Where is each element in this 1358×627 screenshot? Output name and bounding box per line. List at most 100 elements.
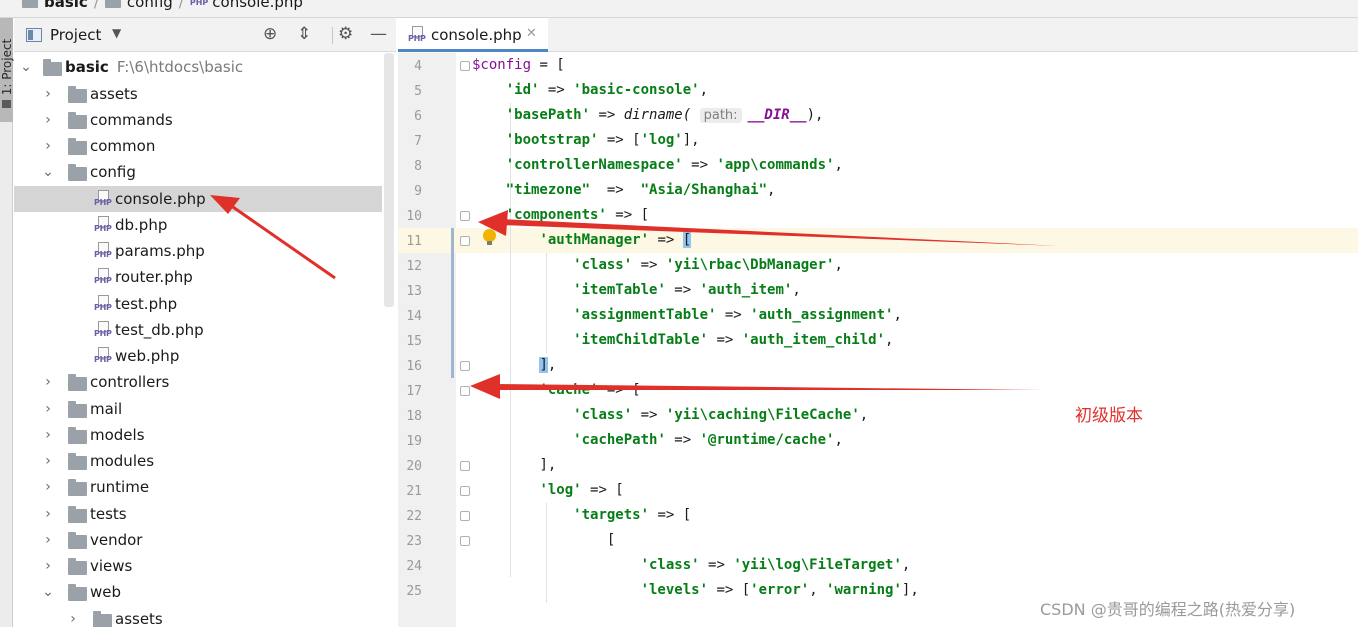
line-number: 12 — [406, 259, 422, 274]
tree-item-label: tests — [90, 505, 127, 523]
tree-item-label: web — [90, 583, 122, 601]
tree-item-views[interactable]: › views — [14, 553, 382, 579]
chevron-right-icon[interactable]: › — [42, 532, 54, 548]
matched-bracket: [ — [682, 232, 692, 248]
tree-item-modules[interactable]: › modules — [14, 448, 382, 474]
chevron-right-icon[interactable]: › — [42, 86, 54, 102]
tree-item-label: db.php — [115, 216, 168, 234]
php-file-icon: PHP — [94, 295, 112, 313]
php-file-icon: PHP — [94, 190, 112, 208]
folder-icon — [68, 138, 87, 155]
fold-marker[interactable] — [460, 536, 470, 546]
gear-icon[interactable]: ⚙ — [338, 24, 353, 44]
locate-icon[interactable]: ⊕ — [263, 24, 277, 44]
line-number: 11 — [406, 234, 422, 249]
tree-item-commands[interactable]: › commands — [14, 107, 382, 133]
chevron-right-icon[interactable]: › — [42, 112, 54, 128]
chevron-right-icon[interactable]: › — [42, 453, 54, 469]
chevron-right-icon[interactable]: › — [42, 506, 54, 522]
fold-marker[interactable] — [460, 461, 470, 471]
tree-item-vendor[interactable]: › vendor — [14, 527, 382, 553]
fold-marker[interactable] — [460, 361, 470, 371]
chevron-right-icon[interactable]: › — [42, 138, 54, 154]
code-line: 'class' => 'yii\caching\FileCache', — [573, 407, 869, 423]
code-line: $config = [ — [472, 57, 565, 73]
code-line: 'class' => 'yii\rbac\DbManager', — [573, 257, 843, 273]
php-file-icon: PHP — [94, 321, 112, 339]
line-number: 18 — [406, 409, 422, 424]
folder-icon — [68, 164, 87, 181]
line-number: 9 — [414, 184, 422, 199]
fold-marker[interactable] — [460, 236, 470, 246]
code-line: 'assignmentTable' => 'auth_assignment', — [573, 307, 902, 323]
tree-item-label: web.php — [115, 347, 180, 365]
chevron-down-icon[interactable]: ⌄ — [42, 164, 54, 180]
php-file-icon: PHP — [94, 268, 112, 286]
tab-console-php[interactable]: PHP console.php ✕ — [398, 18, 548, 52]
fold-marker[interactable] — [460, 386, 470, 396]
chevron-right-icon[interactable]: › — [67, 611, 79, 627]
collapse-all-icon[interactable]: ⇕ — [297, 24, 311, 44]
chevron-right-icon[interactable]: › — [42, 558, 54, 574]
project-view-selector[interactable]: Project — [50, 26, 101, 44]
breadcrumb-item-file[interactable]: PHP console.php — [190, 0, 303, 11]
tree-item-label: router.php — [115, 268, 193, 286]
folder-icon — [68, 86, 87, 103]
tree-item-test-db-php[interactable]: PHP test_db.php — [14, 317, 382, 343]
tree-item-label: assets — [90, 85, 138, 103]
tree-item-controllers[interactable]: › controllers — [14, 369, 382, 395]
vcs-change-marker[interactable] — [451, 228, 454, 378]
fold-marker[interactable] — [460, 486, 470, 496]
chevron-down-icon[interactable]: ⌄ — [20, 59, 32, 75]
code-line: 'controllerNamespace' => 'app\commands', — [505, 157, 843, 173]
fold-marker[interactable] — [460, 211, 470, 221]
chevron-right-icon[interactable]: › — [42, 374, 54, 390]
fold-marker[interactable] — [460, 511, 470, 521]
close-icon[interactable]: ✕ — [526, 26, 537, 41]
line-number: 5 — [414, 84, 422, 99]
folder-icon — [68, 558, 87, 575]
tree-item-console-php[interactable]: PHP console.php — [14, 186, 382, 212]
tree-item-basic[interactable]: ⌄ basic F:\6\htdocs\basic — [14, 54, 382, 80]
chevron-right-icon[interactable]: › — [42, 427, 54, 443]
project-tool-tab-label: 1: Project — [0, 38, 14, 96]
tree-item-db-php[interactable]: PHP db.php — [14, 212, 382, 238]
line-number: 10 — [406, 209, 422, 224]
folder-icon — [2, 100, 11, 108]
line-number: 13 — [406, 284, 422, 299]
tree-item-web-php[interactable]: PHP web.php — [14, 343, 382, 369]
tree-item-router-php[interactable]: PHP router.php — [14, 264, 382, 290]
breadcrumb-item-config[interactable]: config — [104, 0, 173, 11]
tree-item-web-assets[interactable]: › assets — [14, 606, 382, 627]
fold-marker[interactable] — [460, 61, 470, 71]
chevron-down-icon[interactable]: ⌄ — [42, 584, 54, 600]
minimize-icon[interactable]: — — [370, 24, 387, 44]
tree-item-params-php[interactable]: PHP params.php — [14, 238, 382, 264]
tree-item-test-php[interactable]: PHP test.php — [14, 291, 382, 317]
breadcrumb-item-basic[interactable]: basic — [22, 0, 88, 11]
tree-scrollbar[interactable] — [384, 53, 394, 307]
tree-item-web[interactable]: ⌄ web — [14, 579, 382, 605]
tree-item-assets[interactable]: › assets — [14, 81, 382, 107]
php-file-icon: PHP — [408, 26, 426, 44]
editor-tab-bar: PHP console.php ✕ — [398, 18, 1358, 52]
tree-item-tests[interactable]: › tests — [14, 501, 382, 527]
tree-item-label: runtime — [90, 478, 150, 496]
folder-icon — [68, 584, 87, 601]
folder-icon — [68, 453, 87, 470]
chevron-right-icon[interactable]: › — [42, 479, 54, 495]
code-line: [ — [606, 532, 616, 548]
tree-item-config[interactable]: ⌄ config — [14, 159, 382, 185]
chevron-down-icon[interactable]: ▼ — [112, 26, 121, 40]
code-line: 'components' => [ — [505, 207, 650, 223]
tree-item-models[interactable]: › models — [14, 422, 382, 448]
tree-item-label: config — [90, 163, 136, 181]
line-number: 16 — [406, 359, 422, 374]
project-tool-tab[interactable]: 1: Project — [0, 18, 14, 122]
tab-label: console.php — [431, 26, 522, 44]
tree-item-mail[interactable]: › mail — [14, 396, 382, 422]
tree-item-common[interactable]: › common — [14, 133, 382, 159]
chevron-right-icon[interactable]: › — [42, 401, 54, 417]
tree-item-runtime[interactable]: › runtime — [14, 474, 382, 500]
code-line: 'bootstrap' => ['log'], — [505, 132, 700, 148]
